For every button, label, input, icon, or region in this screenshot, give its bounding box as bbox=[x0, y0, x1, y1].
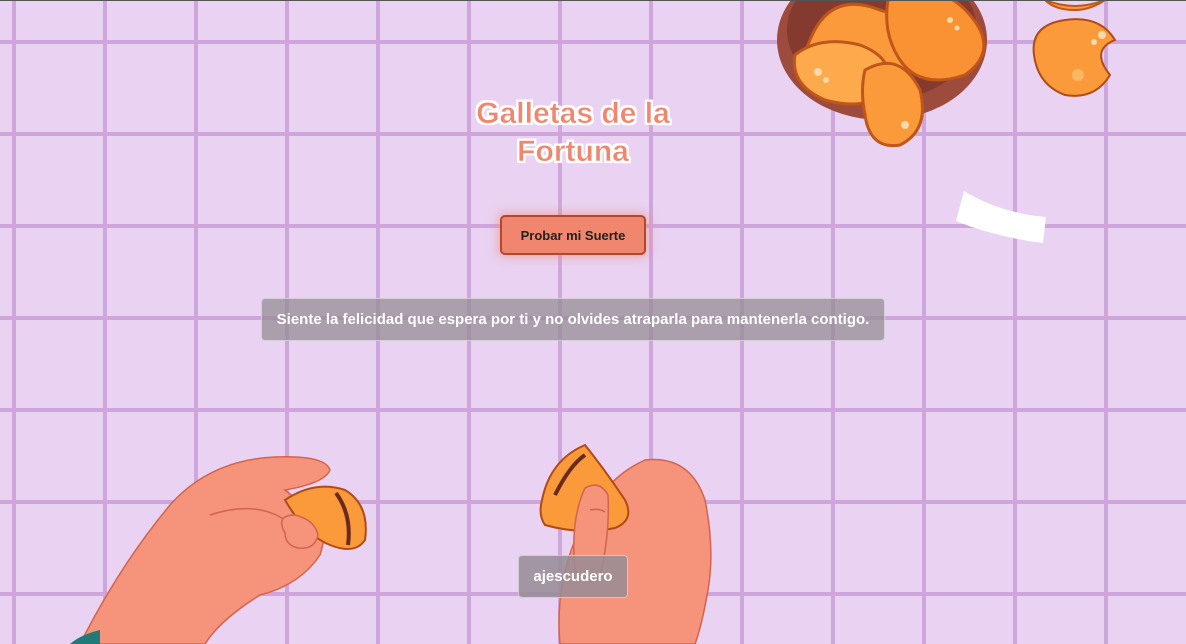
title-line-1: Galletas de la bbox=[476, 97, 670, 131]
try-luck-button[interactable]: Probar mi Suerte bbox=[500, 215, 646, 255]
title-line-2: Fortuna bbox=[517, 135, 629, 169]
right-hand-illustration bbox=[539, 443, 712, 644]
fortune-message: Siente la felicidad que espera por ti y … bbox=[261, 298, 885, 341]
fortune-paper-illustration bbox=[956, 191, 1046, 243]
window-top-border bbox=[0, 0, 1186, 1]
fortune-cookie-illustration bbox=[1032, 0, 1117, 97]
author-link[interactable]: ajescudero bbox=[518, 555, 628, 598]
page-title: Galletas de la Fortuna bbox=[0, 95, 1146, 171]
left-hand-illustration bbox=[70, 456, 367, 644]
